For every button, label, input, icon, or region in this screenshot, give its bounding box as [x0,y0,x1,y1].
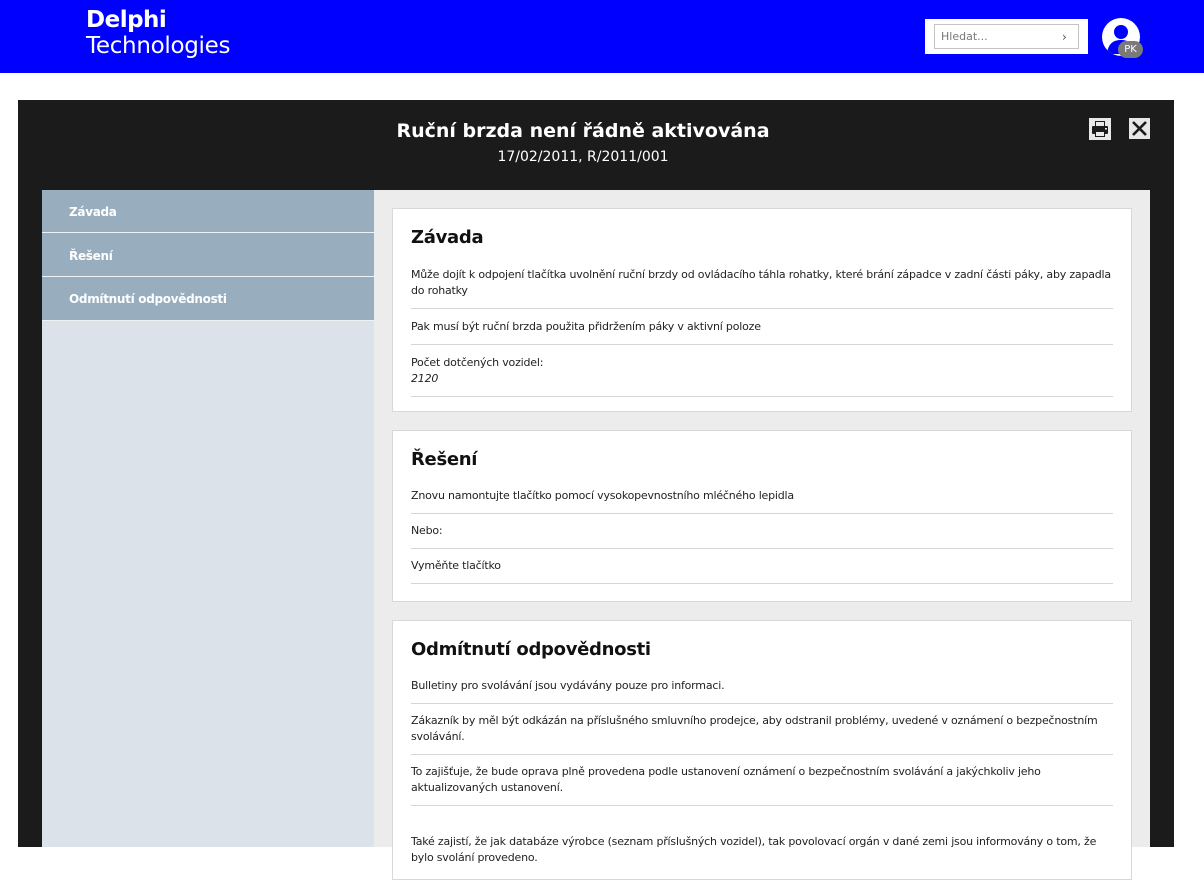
vehicles-label: Počet dotčených vozidel: [411,356,544,369]
section-odmitnuti: Odmítnutí odpovědnosti Bulletiny pro svo… [392,620,1132,880]
vehicles-value: 2120 [411,372,439,385]
search-box: › [925,19,1088,54]
nav-item-zavada[interactable]: Závada [42,190,374,233]
modal-title: Ruční brzda není řádně aktivována [396,120,770,142]
top-bar: Delphi Technologies › PK [0,0,1204,73]
search-input[interactable] [934,24,1079,49]
reseni-row-3: Vyměňte tlačítko [411,549,1113,584]
odmitnuti-row-1: Bulletiny pro svolávání jsou vydávány po… [411,669,1113,704]
recall-modal: Ruční brzda není řádně aktivována 17/02/… [18,100,1174,880]
section-reseni: Řešení Znovu namontujte tlačítko pomocí … [392,430,1132,602]
zavada-row-2: Pak musí být ruční brzda použita přidrže… [411,309,1113,345]
section-zavada: Závada Může dojít k odpojení tlačítka uv… [392,208,1132,412]
printer-icon[interactable] [1089,118,1111,140]
nav-item-odmitnuti[interactable]: Odmítnutí odpovědnosti [42,277,374,321]
delphi-logo[interactable]: Delphi Technologies [86,9,230,58]
section-title-zavada: Závada [411,227,484,248]
odmitnuti-row-2: Zákazník by měl být odkázán na příslušné… [411,704,1113,755]
modal-subtitle: 17/02/2011, R/2011/001 [497,149,669,165]
vehicles-count: Počet dotčených vozidel: 2120 [411,345,1113,397]
logo-line1: Delphi [86,7,167,33]
modal-content: Závada Řešení Odmítnutí odpovědnosti Záv… [42,190,1150,880]
nav-item-reseni[interactable]: Řešení [42,233,374,277]
logo-line2: Technologies [86,33,231,59]
reseni-row-2: Nebo: [411,514,1113,549]
odmitnuti-row-3: To zajišťuje, že bude oprava plně proved… [411,755,1113,806]
reseni-row-1: Znovu namontujte tlačítko pomocí vysokop… [411,479,1113,514]
section-title-odmitnuti: Odmítnutí odpovědnosti [411,639,651,660]
search-submit-chevron-icon[interactable]: › [1062,30,1072,44]
close-icon[interactable] [1129,118,1150,139]
user-initials-badge: PK [1118,41,1143,58]
zavada-row-1: Může dojít k odpojení tlačítka uvolnění … [411,257,1113,309]
odmitnuti-row-4: Také zajistí, že jak databáze výrobce (s… [411,835,1097,864]
section-nav: Závada Řešení Odmítnutí odpovědnosti [42,190,374,847]
section-title-reseni: Řešení [411,449,478,470]
